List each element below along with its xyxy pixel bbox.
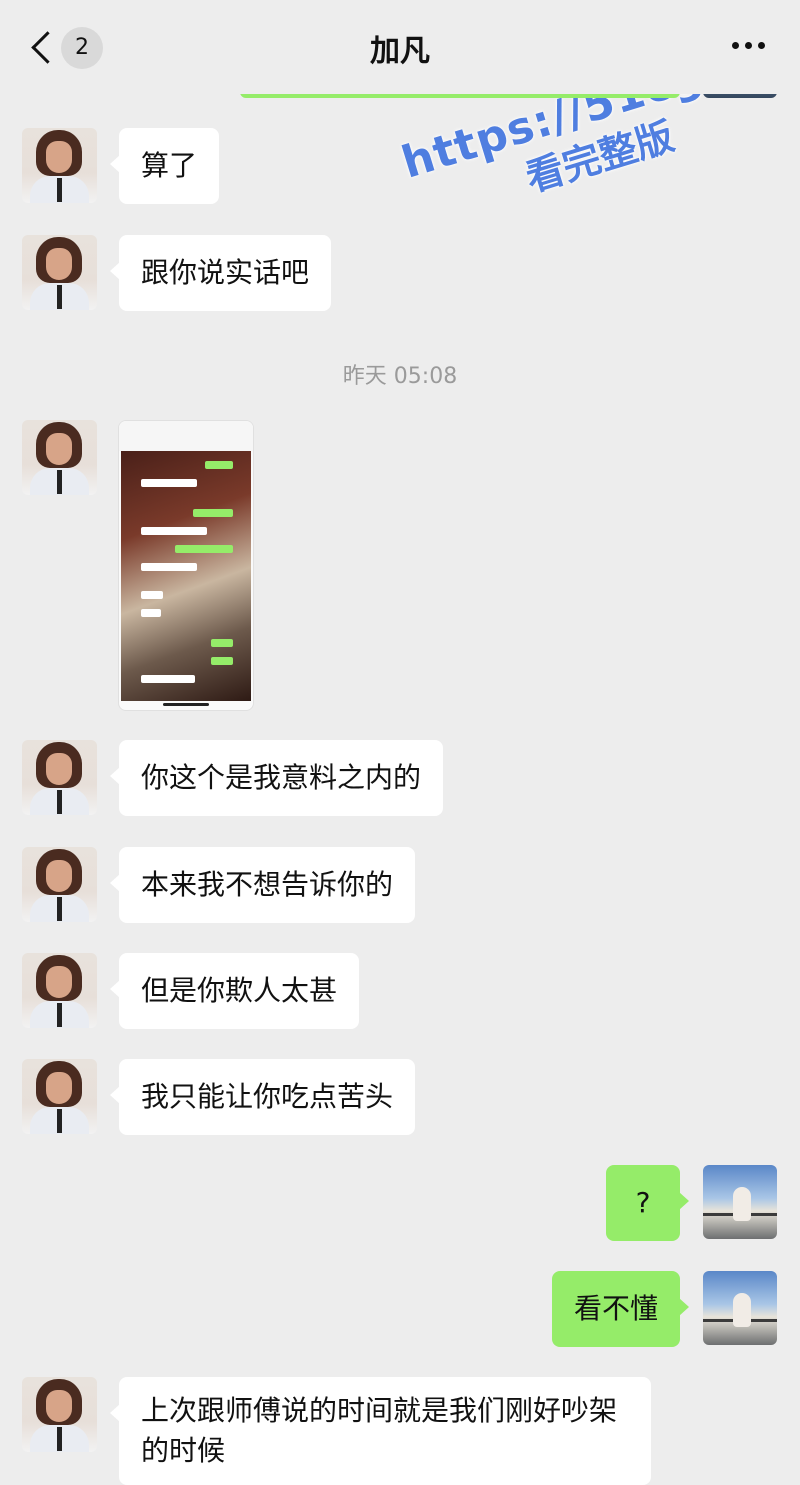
timestamp: 昨天 05:08: [342, 364, 458, 389]
contact-avatar[interactable]: [22, 740, 97, 815]
message-bubble[interactable]: 上次跟师傅说的时间就是我们刚好吵架的时候: [110, 1377, 651, 1485]
contact-avatar[interactable]: [22, 235, 97, 310]
my-message-bubble[interactable]: 看不懂: [551, 1271, 690, 1347]
message-bubble[interactable]: 本来我不想告诉你的: [109, 847, 416, 923]
more-dots-icon[interactable]: [730, 42, 770, 52]
contact-avatar[interactable]: [22, 953, 97, 1028]
contact-avatar[interactable]: [22, 420, 97, 495]
message-bubble[interactable]: 算了: [109, 128, 220, 204]
image-message[interactable]: [118, 420, 254, 711]
message-bubble[interactable]: 你这个是我意料之内的: [109, 740, 444, 816]
my-avatar[interactable]: [703, 1165, 777, 1239]
contact-avatar[interactable]: [22, 1377, 97, 1452]
message-bubble[interactable]: 但是你欺人太甚: [109, 953, 360, 1029]
message-bubble[interactable]: 跟你说实话吧: [109, 235, 332, 311]
contact-avatar[interactable]: [22, 1059, 97, 1134]
chat-header: 2 加凡: [0, 0, 800, 94]
contact-avatar[interactable]: [22, 847, 97, 922]
message-bubble[interactable]: 我只能让你吃点苦头: [109, 1059, 416, 1135]
my-message-bubble[interactable]: ?: [606, 1165, 689, 1241]
contact-avatar[interactable]: [22, 128, 97, 203]
chat-title: 加凡: [370, 34, 430, 69]
my-avatar[interactable]: [703, 1271, 777, 1345]
